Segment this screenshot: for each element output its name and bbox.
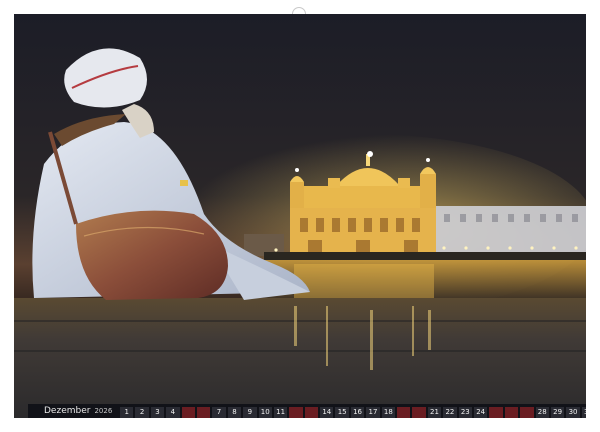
day-cell [181,407,195,418]
day-cell [489,407,503,418]
day-cell [504,407,519,418]
day-cell: 7 [212,407,226,418]
day-cell: 28 [535,407,549,418]
day-cell: 11 [273,407,288,418]
day-cell: 2 [135,407,149,418]
day-cell [304,407,319,418]
day-cell: 14 [320,407,334,418]
day-cell: 9 [243,407,257,418]
day-cell: 31 [581,407,586,418]
day-cell: 16 [350,407,365,418]
day-cell: 10 [258,407,272,418]
day-cell [196,407,211,418]
day-cell: 21 [427,407,442,418]
day-cell: 30 [566,407,580,418]
month-label: Dezember 2026 [44,406,112,416]
year-label: 2026 [94,407,113,415]
day-cell [289,407,303,418]
day-cell [397,407,411,418]
day-cell: 23 [458,407,472,418]
day-cell: 18 [381,407,396,418]
calendar-photo: Dezember 2026 1 2 3 4 7 8 9 10 11 14 15 16 17 18 21 22 23… [14,14,586,418]
day-cell: 17 [366,407,380,418]
day-cell [520,407,534,418]
day-strip: 1234789101114151617182122232428293031 [120,407,586,418]
day-cell: 22 [443,407,457,418]
day-cell: 8 [227,407,242,418]
day-cell: 29 [550,407,565,418]
calendar-bar: Dezember 2026 1 2 3 4 7 8 9 10 11 14 15 16 17 18 21 22 23… [28,404,586,418]
month-name: Dezember [44,406,91,416]
day-cell: 1 [120,407,134,418]
photo-scene [14,14,586,418]
day-cell: 15 [335,407,349,418]
day-cell: 4 [166,407,180,418]
day-cell: 24 [473,407,488,418]
day-cell: 3 [150,407,165,418]
day-cell [412,407,426,418]
